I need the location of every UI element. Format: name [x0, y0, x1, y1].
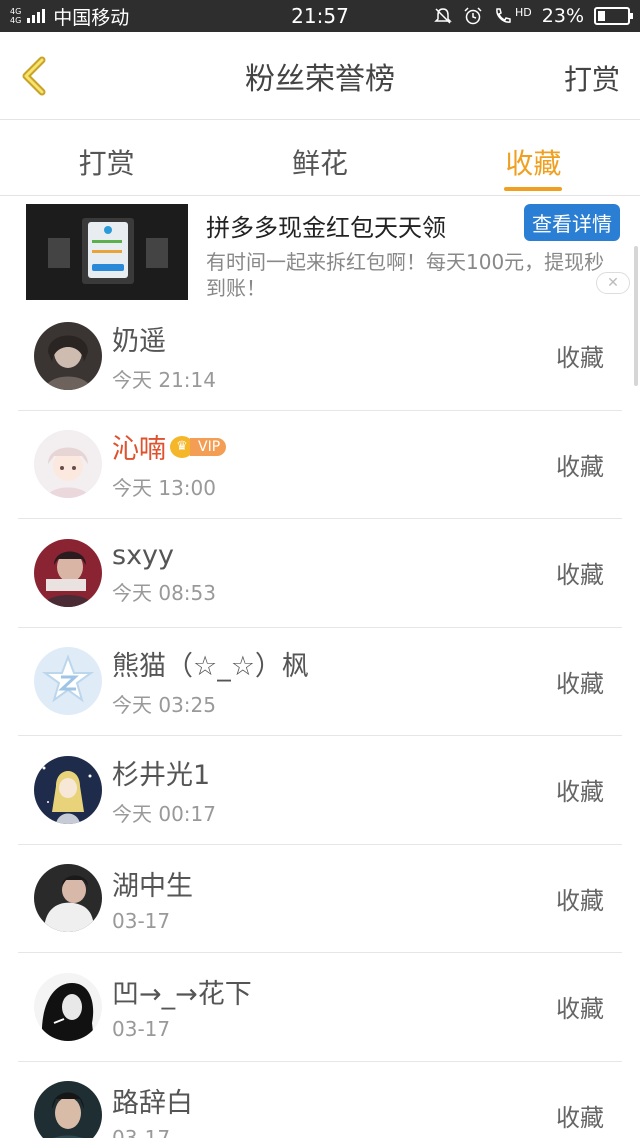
network-type-1: 4G — [10, 7, 22, 16]
item-info: 熊猫（☆_☆）枫 今天 03:25 — [112, 644, 309, 718]
avatar — [34, 538, 102, 607]
ad-view-details-button[interactable]: 查看详情 — [524, 204, 620, 241]
item-info: 沁喃 ♛ VIP 今天 13:00 — [112, 427, 227, 501]
network-type-2: 4G — [10, 16, 22, 25]
user-name: 湖中生 — [112, 870, 193, 902]
avatar — [34, 864, 102, 933]
action-label: 收藏 — [556, 452, 604, 481]
timestamp: 03-17 — [112, 1017, 171, 1042]
item-info: 杉井光1 今天 00:17 — [112, 753, 216, 827]
avatar — [34, 972, 102, 1041]
timestamp: 今天 13:00 — [112, 476, 216, 501]
hd-call-icon: HD — [493, 6, 532, 26]
scrollbar — [634, 246, 638, 386]
avatar — [34, 1081, 102, 1138]
status-bar: 4G 4G 中国移动 21:57 HD 23% — [0, 0, 640, 32]
list-item[interactable]: 奶遥 今天 21:14 收藏 — [18, 302, 622, 411]
user-name: sxyy — [112, 539, 175, 571]
avatar — [34, 755, 102, 824]
user-name: 杉井光1 — [112, 759, 211, 791]
action-label: 收藏 — [556, 886, 604, 915]
ad-close-icon[interactable]: ✕ — [596, 272, 630, 294]
ad-body: 拼多多现金红包天天领 查看详情 有时间一起来拆红包啊！每天100元，提现秒到账！ — [206, 204, 620, 302]
signal-icon — [27, 9, 46, 23]
tab-bar: 打赏 鲜花 收藏 — [0, 120, 640, 196]
item-info: 凹→_→花下 03-17 — [112, 972, 252, 1041]
action-label: 收藏 — [556, 561, 604, 590]
user-name: 奶遥 — [112, 325, 166, 357]
ad-description: 有时间一起来拆红包啊！每天100元，提现秒到账！ — [206, 250, 605, 300]
action-label: 收藏 — [556, 344, 604, 373]
action-label: 收藏 — [556, 995, 604, 1024]
status-right: HD 23% — [433, 5, 633, 27]
reward-button[interactable]: 打赏 — [564, 58, 620, 98]
avatar — [34, 647, 102, 716]
timestamp: 今天 21:14 — [112, 367, 216, 392]
action-label: 收藏 — [556, 1103, 604, 1132]
fan-list: 奶遥 今天 21:14 收藏 沁喃 ♛ VIP 今天 13:00 收藏 sxyy — [0, 302, 640, 1138]
item-info: 奶遥 今天 21:14 — [112, 319, 216, 393]
status-left: 4G 4G 中国移动 — [10, 3, 129, 30]
alarm-icon — [464, 7, 482, 25]
item-info: sxyy 今天 08:53 — [112, 540, 216, 606]
avatar — [34, 321, 102, 390]
hd-label: HD — [515, 5, 532, 19]
list-item[interactable]: 杉井光1 今天 00:17 收藏 — [18, 736, 622, 845]
list-item[interactable]: 熊猫（☆_☆）枫 今天 03:25 收藏 — [18, 628, 622, 736]
timestamp: 今天 03:25 — [112, 693, 216, 718]
back-arrow-icon[interactable] — [14, 54, 58, 98]
user-name: 凹→_→花下 — [112, 979, 252, 1011]
action-label: 收藏 — [556, 778, 604, 807]
list-item[interactable]: sxyy 今天 08:53 收藏 — [18, 519, 622, 628]
ad-banner[interactable]: 拼多多现金红包天天领 查看详情 有时间一起来拆红包啊！每天100元，提现秒到账！… — [0, 196, 640, 302]
tab-favorites[interactable]: 收藏 — [427, 120, 640, 195]
vip-label: VIP — [190, 437, 227, 456]
list-item[interactable]: 湖中生 03-17 收藏 — [18, 845, 622, 953]
list-item[interactable]: 路辞白 03-17 收藏 — [18, 1062, 622, 1138]
avatar — [34, 430, 102, 499]
item-info: 路辞白 03-17 — [112, 1081, 193, 1138]
tab-flowers[interactable]: 鲜花 — [213, 120, 426, 195]
page-title: 粉丝荣誉榜 — [245, 61, 395, 97]
tab-reward[interactable]: 打赏 — [0, 120, 213, 195]
ad-thumbnail — [26, 204, 188, 300]
battery-icon — [594, 7, 633, 25]
timestamp: 03-17 — [112, 1125, 171, 1138]
list-item[interactable]: 沁喃 ♛ VIP 今天 13:00 收藏 — [18, 411, 622, 519]
user-name: 路辞白 — [112, 1087, 193, 1119]
network-type: 4G 4G — [10, 7, 21, 25]
timestamp: 03-17 — [112, 908, 171, 933]
action-label: 收藏 — [556, 669, 604, 698]
item-info: 湖中生 03-17 — [112, 864, 193, 933]
user-name: 熊猫（☆_☆）枫 — [112, 651, 309, 683]
bell-muted-icon — [434, 8, 452, 24]
user-name: 沁喃 — [112, 434, 166, 466]
list-item[interactable]: 凹→_→花下 03-17 收藏 — [18, 953, 622, 1062]
vip-badge: ♛ VIP — [170, 435, 227, 458]
header: 粉丝荣誉榜 打赏 — [0, 32, 640, 120]
battery-percent: 23% — [541, 5, 584, 27]
timestamp: 今天 08:53 — [112, 580, 216, 605]
timestamp: 今天 00:17 — [112, 801, 216, 826]
carrier-label: 中国移动 — [53, 6, 130, 29]
